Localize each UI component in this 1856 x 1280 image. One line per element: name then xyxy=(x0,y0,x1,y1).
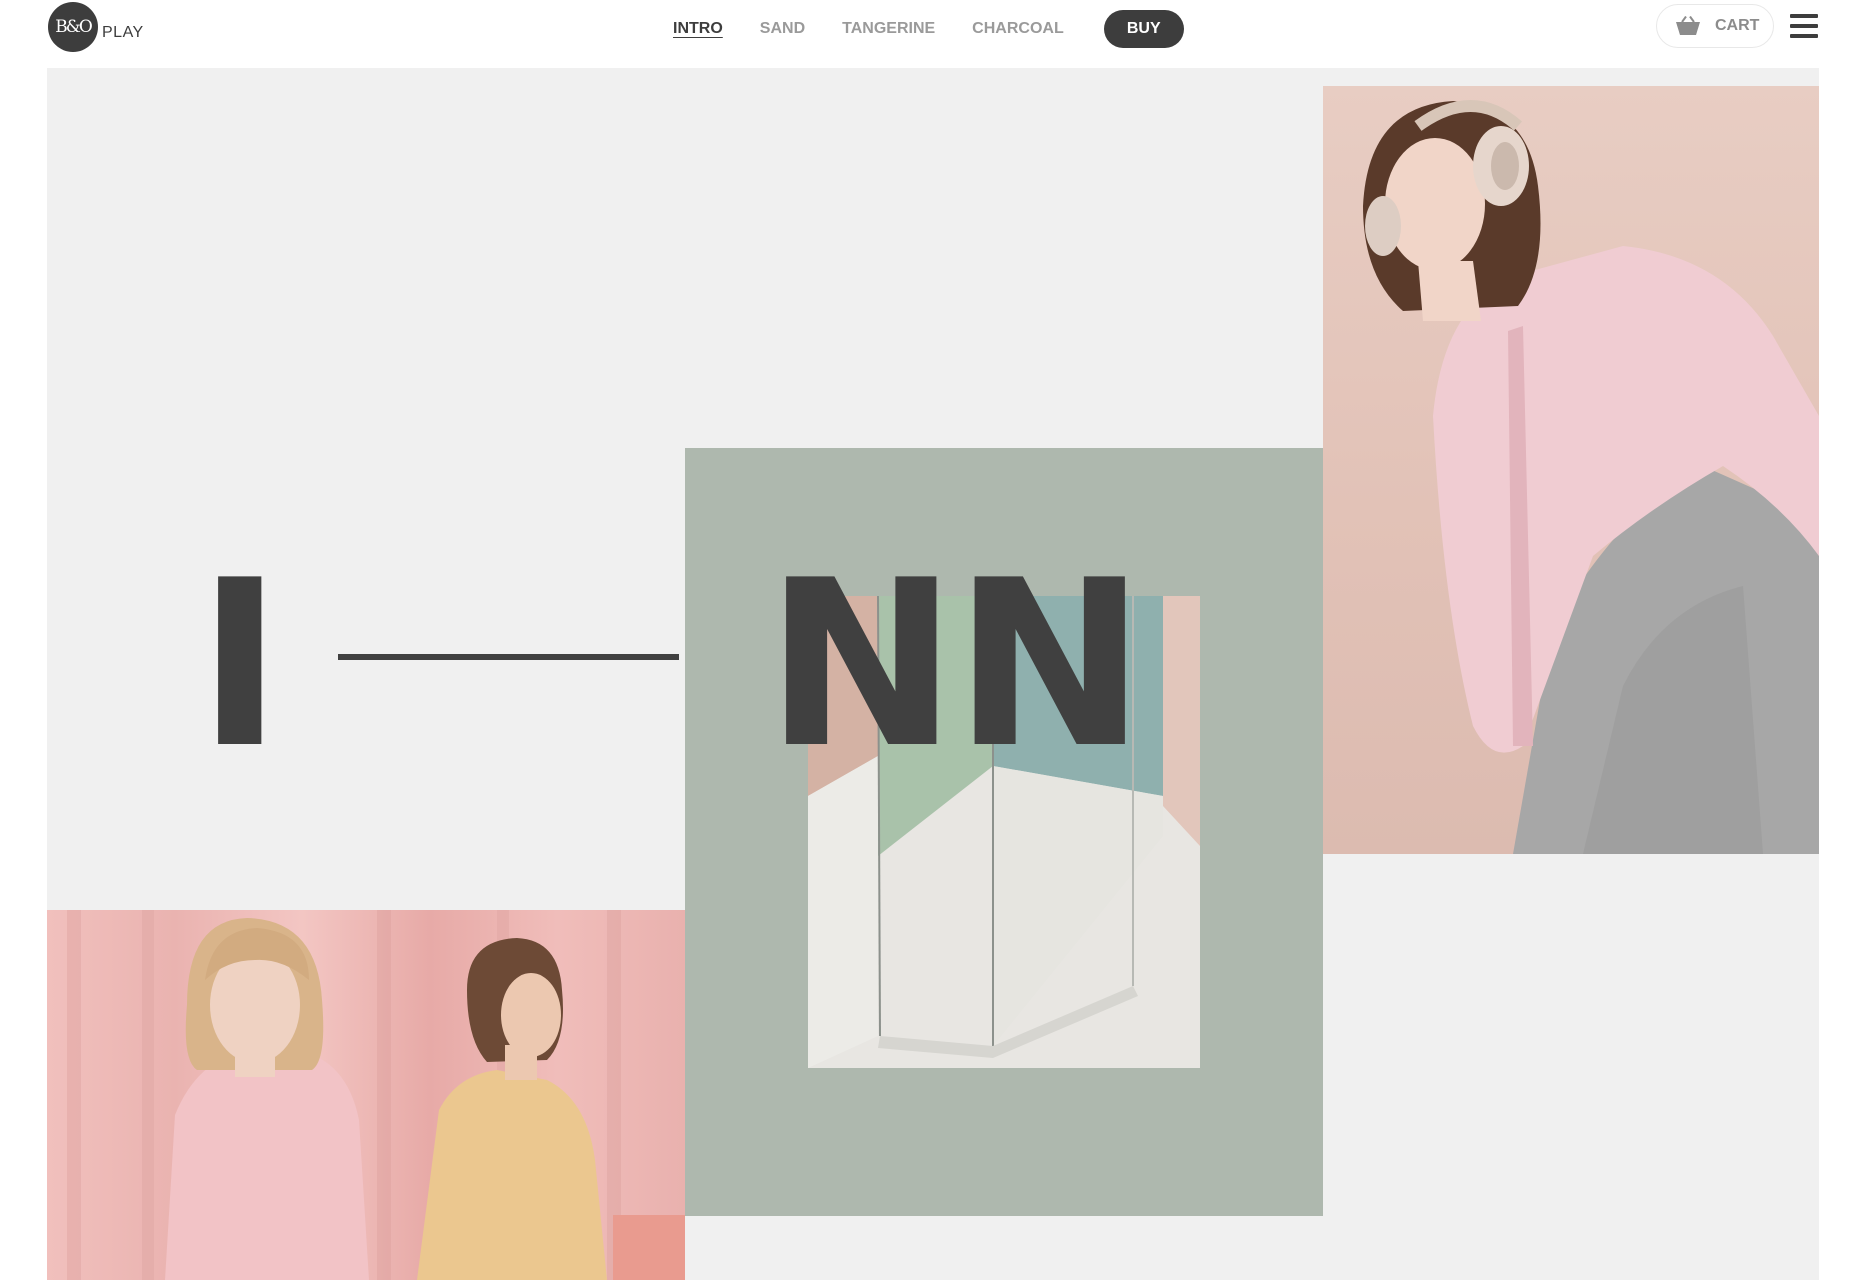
logo-mark: B&O xyxy=(48,2,98,52)
hamburger-icon[interactable] xyxy=(1790,14,1818,40)
bo-play-logo[interactable]: B&O PLAY xyxy=(48,2,144,52)
hero-divider-line xyxy=(338,654,679,660)
nav-sand[interactable]: SAND xyxy=(760,20,805,38)
buy-button[interactable]: BUY xyxy=(1103,10,1184,48)
nav-charcoal[interactable]: CHARCOAL xyxy=(972,20,1064,38)
hero-letters-nn: NN xyxy=(765,532,1146,799)
nav-intro[interactable]: INTRO xyxy=(673,20,723,38)
lifestyle-photo-headphones xyxy=(1323,86,1819,854)
basket-icon xyxy=(1675,16,1701,36)
logo-text: PLAY xyxy=(102,24,144,41)
lifestyle-photo-pink-curtains xyxy=(47,910,685,1280)
section-nav: INTRO SAND TANGERINE CHARCOAL BUY xyxy=(673,10,1184,48)
cart-label: CART xyxy=(1715,17,1760,34)
cart-button[interactable]: CART xyxy=(1656,4,1774,48)
hero-stage: I NN xyxy=(47,68,1819,1280)
hero-letter-i: I xyxy=(197,532,283,799)
top-navigation-bar: B&O PLAY INTRO SAND TANGERINE CHARCOAL B… xyxy=(0,0,1856,68)
nav-tangerine[interactable]: TANGERINE xyxy=(842,20,935,38)
